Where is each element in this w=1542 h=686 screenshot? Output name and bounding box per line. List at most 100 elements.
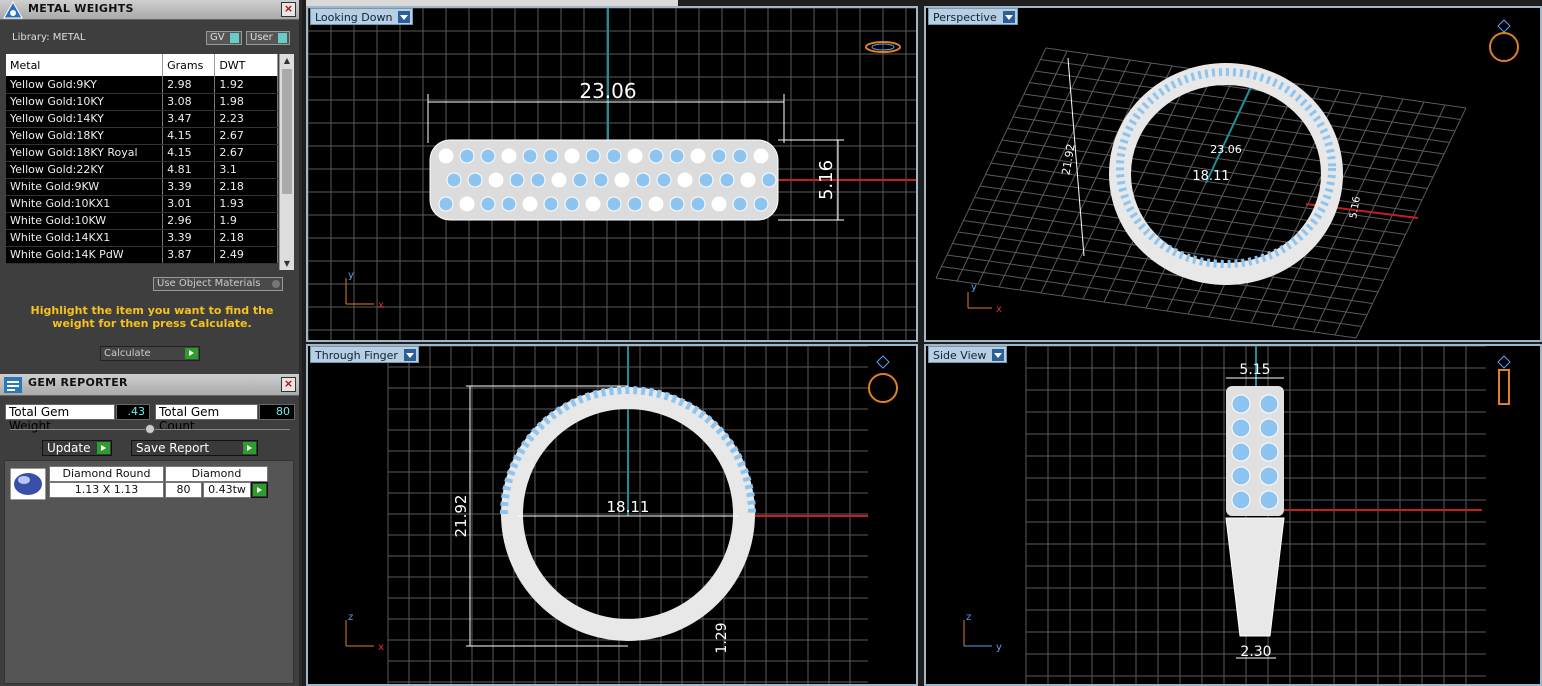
- table-row[interactable]: White Gold:9KW 3.39 2.18: [6, 178, 278, 196]
- metal-weights-header: METAL WEIGHTS ×: [0, 0, 299, 20]
- total-gem-count-label: Total Gem Count: [155, 404, 258, 433]
- splitter-knob-icon[interactable]: [145, 424, 155, 434]
- grams-cell: 4.15: [162, 144, 216, 162]
- grams-cell: 3.01: [162, 195, 216, 213]
- total-gem-weight-value: .43: [116, 404, 150, 420]
- front-diameter: 18.11: [607, 498, 650, 516]
- gv-toggle[interactable]: GV: [206, 31, 242, 45]
- axis-y-label: y: [971, 282, 977, 293]
- left-panel: METAL WEIGHTS × Library: METAL GV User M…: [0, 0, 302, 686]
- axis-line-vertical: [1205, 75, 1257, 184]
- total-gem-count-value: 80: [259, 404, 295, 420]
- grams-cell: 3.39: [162, 178, 216, 196]
- viewport-side-view[interactable]: 5.15 2.30 zy Side View: [924, 344, 1542, 686]
- height-dimension: 5.16: [816, 160, 837, 200]
- update-button[interactable]: Update: [42, 440, 112, 456]
- update-arrow-icon: [97, 442, 110, 454]
- viewport-label-looking-down[interactable]: Looking Down: [310, 8, 414, 25]
- close-icon[interactable]: ×: [281, 2, 296, 17]
- perspective-dim-1: 23.06: [1210, 143, 1242, 156]
- metal-name-cell: White Gold:14K PdW: [6, 246, 164, 264]
- column-header-grams[interactable]: Grams: [162, 54, 216, 76]
- table-row[interactable]: White Gold:10KX1 3.01 1.93: [6, 195, 278, 213]
- viewport-label-perspective[interactable]: Perspective: [928, 8, 1018, 25]
- viewport-perspective[interactable]: 23.06 18.11 21.92 5.16 yx Perspective: [924, 6, 1542, 342]
- user-toggle[interactable]: User: [246, 31, 290, 45]
- dwt-cell: 2.18: [214, 229, 278, 247]
- table-row[interactable]: Yellow Gold:18KY Royal 4.15 2.67: [6, 144, 278, 162]
- side-top-width: 5.15: [1239, 362, 1270, 378]
- total-gem-weight-label: Total Gem Weight: [5, 404, 115, 433]
- metal-name-cell: White Gold:9KW: [6, 178, 164, 196]
- scroll-up-icon[interactable]: ▲: [282, 56, 292, 65]
- viewport-through-finger[interactable]: 18.11 21.92 1.29 zx Through Finger: [306, 344, 918, 686]
- scroll-down-icon[interactable]: ▼: [282, 259, 292, 268]
- axis-z-label: z: [348, 612, 353, 623]
- gem-name-cell[interactable]: Diamond Round: [49, 466, 164, 482]
- front-thickness: 1.29: [714, 622, 730, 653]
- ring-preview-icon: [1489, 19, 1519, 62]
- perspective-label: Perspective: [933, 11, 997, 24]
- gem-close-icon[interactable]: ×: [281, 377, 296, 392]
- width-dimension: 23.06: [579, 79, 636, 103]
- gem-detail-button[interactable]: [251, 482, 268, 498]
- metal-logo-icon: [3, 1, 23, 19]
- gem-list-area: Diamond Round Diamond 1.13 X 1.13 80 0.4…: [4, 460, 294, 684]
- chevron-down-icon[interactable]: [1002, 11, 1015, 23]
- diamond-round-icon[interactable]: [10, 468, 46, 500]
- perspective-canvas: 23.06 18.11 21.92 5.16 yx: [935, 19, 1519, 339]
- dwt-cell: 1.9: [214, 212, 278, 230]
- gem-weight-cell[interactable]: 0.43tw: [203, 482, 251, 498]
- viewport-looking-down[interactable]: 23.06 5.16 yx Looking Down: [306, 6, 918, 342]
- column-header-metal[interactable]: Metal: [6, 54, 164, 76]
- dwt-cell: 3.1: [214, 161, 278, 179]
- app-window: METAL WEIGHTS × Library: METAL GV User M…: [0, 0, 1542, 686]
- side-bottom-width: 2.30: [1240, 644, 1271, 660]
- grams-cell: 3.87: [162, 246, 216, 264]
- metal-name-cell: Yellow Gold:18KY: [6, 127, 164, 145]
- gem-count-cell[interactable]: 80: [165, 482, 202, 498]
- scrollbar-thumb[interactable]: [282, 69, 292, 194]
- calculate-label: Calculate: [104, 348, 151, 359]
- table-row[interactable]: Yellow Gold:9KY 2.98 1.92: [6, 76, 278, 94]
- chevron-down-icon[interactable]: [403, 349, 416, 361]
- save-report-arrow-icon: [243, 442, 256, 454]
- metal-name-cell: White Gold:14KX1: [6, 229, 164, 247]
- side-view-label: Side View: [933, 349, 987, 362]
- axis-x-label: x: [996, 304, 1002, 315]
- dwt-cell: 2.23: [214, 110, 278, 128]
- table-row[interactable]: White Gold:14K PdW 3.87 2.49: [6, 246, 278, 264]
- gem-detail-arrow-icon: [253, 484, 266, 496]
- use-object-materials-checkbox[interactable]: Use Object Materials: [153, 277, 283, 291]
- viewport-label-through-finger[interactable]: Through Finger: [310, 346, 419, 363]
- metal-name-cell: Yellow Gold:10KY: [6, 93, 164, 111]
- dwt-cell: 1.92: [214, 76, 278, 94]
- save-report-button[interactable]: Save Report: [131, 440, 258, 456]
- table-row[interactable]: Yellow Gold:22KY 4.81 3.1: [6, 161, 278, 179]
- table-row[interactable]: Yellow Gold:14KY 3.47 2.23: [6, 110, 278, 128]
- save-report-label: Save Report: [136, 441, 210, 455]
- through-finger-canvas: 18.11 21.92 1.29 zx: [345, 346, 898, 684]
- looking-down-canvas: 23.06 5.16 yx: [308, 8, 916, 340]
- perspective-dim-2: 18.11: [1192, 169, 1229, 184]
- chevron-down-icon[interactable]: [398, 11, 411, 23]
- table-row[interactable]: White Gold:14KX1 3.39 2.18: [6, 229, 278, 247]
- gem-size-cell[interactable]: 1.13 X 1.13: [49, 482, 164, 498]
- viewport-label-side-view[interactable]: Side View: [928, 346, 1008, 363]
- dwt-cell: 2.18: [214, 178, 278, 196]
- metal-table-scrollbar[interactable]: ▲ ▼: [279, 54, 294, 270]
- use-object-materials-label: Use Object Materials: [157, 278, 261, 289]
- perspective-grid: [935, 47, 1467, 339]
- gem-type-cell[interactable]: Diamond: [165, 466, 268, 482]
- table-row[interactable]: Yellow Gold:10KY 3.08 1.98: [6, 93, 278, 111]
- dwt-cell: 2.67: [214, 127, 278, 145]
- ring-preview-icon: [868, 355, 898, 403]
- radio-icon: [272, 280, 280, 288]
- chevron-down-icon[interactable]: [992, 349, 1005, 361]
- table-row[interactable]: Yellow Gold:18KY 4.15 2.67: [6, 127, 278, 145]
- calculate-button[interactable]: Calculate: [100, 346, 200, 361]
- grams-cell: 3.39: [162, 229, 216, 247]
- metal-name-cell: White Gold:10KW: [6, 212, 164, 230]
- column-header-dwt[interactable]: DWT: [214, 54, 278, 76]
- table-row[interactable]: White Gold:10KW 2.96 1.9: [6, 212, 278, 230]
